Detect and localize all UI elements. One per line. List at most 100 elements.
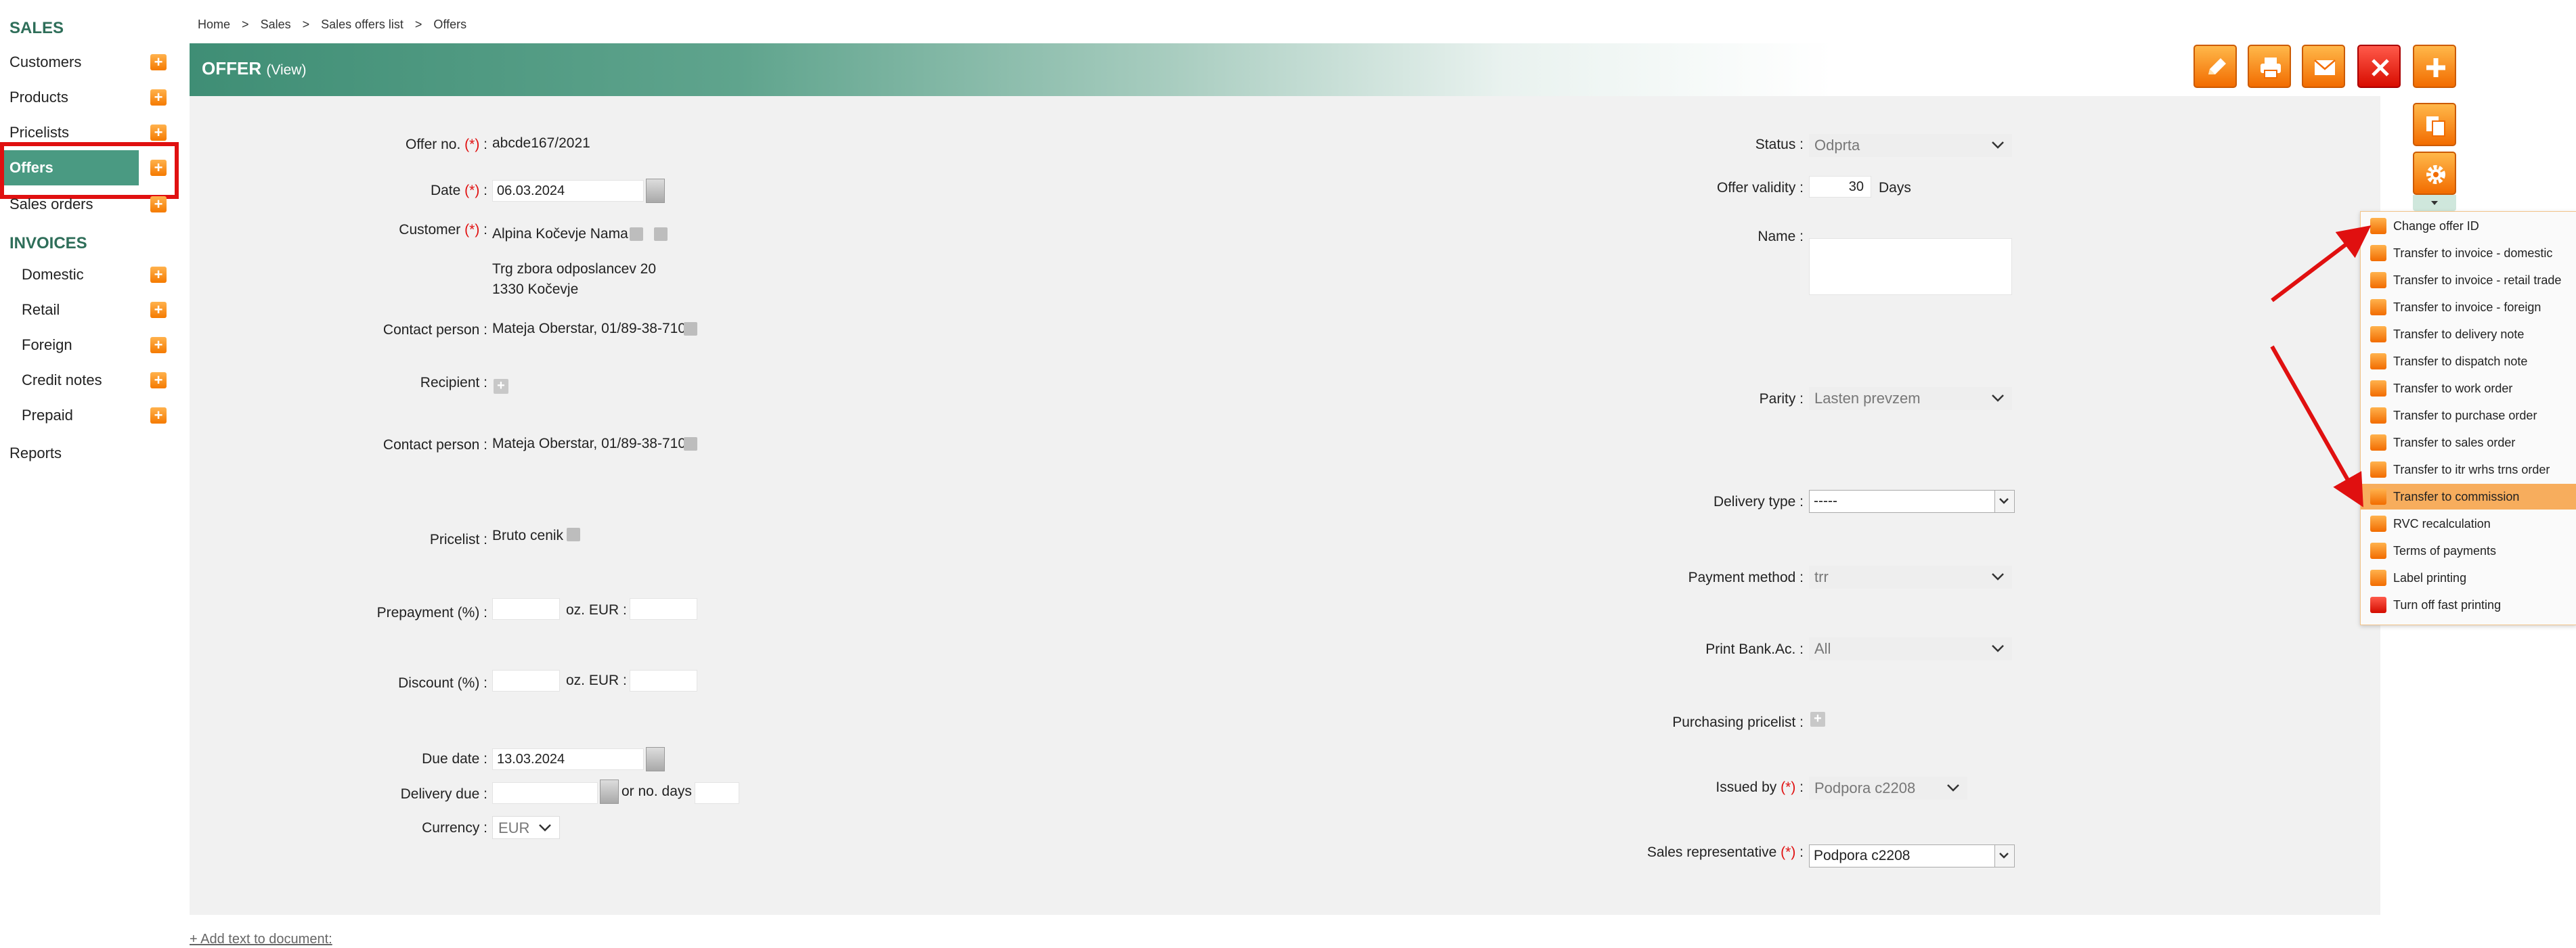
prepayment-eur-label: oz. EUR :	[566, 602, 627, 618]
menu-item-transfer-invoice-domestic[interactable]: Transfer to invoice - domestic	[2361, 240, 2576, 266]
currency-value: EUR	[498, 819, 530, 836]
menu-item-transfer-work-order[interactable]: Transfer to work order	[2361, 376, 2576, 401]
add-domestic-invoice-button[interactable]: +	[150, 267, 167, 283]
add-foreign-invoice-button[interactable]: +	[150, 337, 167, 353]
print-bank-select[interactable]: All	[1809, 637, 2012, 660]
sidebar-item-products[interactable]: Products	[0, 80, 142, 115]
settings-dropdown-toggle[interactable]	[2413, 195, 2456, 211]
date-input[interactable]: 06.03.2024	[492, 180, 644, 202]
prepayment-percent-input[interactable]	[492, 598, 560, 620]
menu-item-rvc-recalculation[interactable]: RVC recalculation	[2361, 511, 2576, 537]
menu-item-transfer-itr-wrhs-trns-order[interactable]: Transfer to itr wrhs trns order	[2361, 457, 2576, 482]
sidebar-item-sales-orders[interactable]: Sales orders	[0, 187, 142, 222]
payment-method-select[interactable]: trr	[1809, 566, 2012, 589]
sidebar-item-retail[interactable]: Retail	[0, 292, 142, 328]
settings-menu: Change offer ID Transfer to invoice - do…	[2360, 211, 2576, 625]
delivery-type-select[interactable]: -----	[1809, 490, 2015, 513]
issued-by-select[interactable]: Podpora c2208	[1809, 777, 1967, 800]
dropdown-button[interactable]	[1994, 845, 2014, 867]
remove-customer-icon[interactable]	[630, 227, 643, 241]
menu-item-label: Label printing	[2393, 571, 2467, 585]
sidebar-item-prepaid[interactable]: Prepaid	[0, 398, 142, 433]
currency-select[interactable]: EUR	[492, 816, 560, 839]
prepayment-label: Prepayment (%) :	[376, 605, 487, 620]
chevron-down-icon	[1992, 645, 2004, 652]
sidebar-item-label: Retail	[22, 301, 60, 318]
calendar-icon[interactable]	[646, 179, 665, 203]
delivery-days-input[interactable]	[695, 782, 739, 804]
sidebar-item-credit-notes[interactable]: Credit notes	[0, 363, 142, 398]
discount-percent-input[interactable]	[492, 670, 560, 692]
menu-item-change-offer-id[interactable]: Change offer ID	[2361, 213, 2576, 239]
menu-item-transfer-invoice-retail[interactable]: Transfer to invoice - retail trade	[2361, 267, 2576, 293]
menu-item-transfer-delivery-note[interactable]: Transfer to delivery note	[2361, 321, 2576, 347]
discount-eur-input[interactable]	[630, 670, 697, 692]
menu-item-label: Transfer to commission	[2393, 490, 2520, 503]
breadcrumb-sales-offers-list[interactable]: Sales offers list	[321, 18, 403, 31]
copy-icon	[2426, 116, 2445, 137]
menu-item-label: Transfer to work order	[2393, 382, 2513, 395]
edit-button[interactable]	[2193, 45, 2237, 88]
remove-pricelist-icon[interactable]	[567, 528, 580, 541]
parity-select[interactable]: Lasten prevzem	[1809, 387, 2012, 410]
add-sales-order-button[interactable]: +	[150, 196, 167, 212]
sidebar-item-customers[interactable]: Customers	[0, 45, 142, 80]
breadcrumb-sales[interactable]: Sales	[261, 18, 291, 31]
delete-button[interactable]	[2357, 45, 2401, 88]
print-button[interactable]	[2248, 45, 2291, 88]
chevron-down-icon	[1947, 784, 1959, 792]
menu-item-transfer-commission[interactable]: Transfer to commission	[2361, 484, 2576, 510]
remove-contact-icon[interactable]	[684, 322, 697, 336]
menu-item-terms-of-payments[interactable]: Terms of payments	[2361, 538, 2576, 564]
status-select[interactable]: Odprta	[1809, 134, 2012, 157]
menu-item-transfer-sales-order[interactable]: Transfer to sales order	[2361, 430, 2576, 455]
copy-button[interactable]	[2413, 103, 2456, 146]
calendar-icon[interactable]	[600, 780, 619, 804]
contact-person2-label: Contact person :	[383, 437, 487, 453]
required-mark: (*)	[1781, 844, 1796, 860]
breadcrumb: Home > Sales > Sales offers list > Offer…	[198, 18, 466, 32]
due-date-label: Due date :	[422, 751, 487, 767]
breadcrumb-home[interactable]: Home	[198, 18, 230, 31]
menu-item-transfer-invoice-foreign[interactable]: Transfer to invoice - foreign	[2361, 294, 2576, 320]
sales-rep-select[interactable]: Podpora c2208	[1809, 844, 2015, 867]
annotation-arrows	[2270, 225, 2372, 507]
offer-validity-label: Offer validity :	[1717, 180, 1804, 196]
menu-item-turn-off-fast-printing[interactable]: Turn off fast printing	[2361, 592, 2576, 618]
add-retail-invoice-button[interactable]: +	[150, 302, 167, 318]
menu-item-label: Transfer to sales order	[2393, 436, 2516, 449]
add-button[interactable]	[2413, 45, 2456, 88]
customer-info-icon[interactable]	[654, 227, 668, 241]
customer-address-line1: Trg zbora odposlancev 20	[492, 261, 657, 277]
sidebar-item-reports[interactable]: Reports	[0, 436, 142, 471]
add-prepaid-invoice-button[interactable]: +	[150, 407, 167, 424]
menu-item-transfer-dispatch-note[interactable]: Transfer to dispatch note	[2361, 348, 2576, 374]
due-date-input[interactable]: 13.03.2024	[492, 748, 644, 770]
add-pricelist-button[interactable]: +	[150, 125, 167, 141]
add-customer-button[interactable]: +	[150, 54, 167, 70]
payment-method-label: Payment method :	[1688, 570, 1804, 585]
name-textarea[interactable]	[1809, 238, 2012, 295]
settings-button[interactable]	[2413, 152, 2456, 195]
recipient-label: Recipient :	[420, 375, 487, 390]
calendar-icon[interactable]	[646, 747, 665, 771]
dropdown-button[interactable]	[1994, 491, 2014, 512]
status-value: Odprta	[1814, 137, 1860, 154]
email-button[interactable]	[2302, 45, 2345, 88]
add-recipient-icon[interactable]: +	[494, 379, 508, 394]
remove-contact2-icon[interactable]	[684, 437, 697, 451]
add-credit-note-button[interactable]: +	[150, 372, 167, 388]
sidebar-item-foreign[interactable]: Foreign	[0, 328, 142, 363]
sidebar-item-domestic[interactable]: Domestic	[0, 257, 142, 292]
arrow-to-settings	[2271, 225, 2372, 302]
prepayment-eur-input[interactable]	[630, 598, 697, 620]
add-text-link[interactable]: + Add text to document:	[190, 932, 332, 947]
add-purchasing-pricelist-icon[interactable]: +	[1810, 712, 1825, 727]
page-header: OFFER (View)	[190, 43, 2380, 96]
menu-item-transfer-purchase-order[interactable]: Transfer to purchase order	[2361, 403, 2576, 428]
add-product-button[interactable]: +	[150, 89, 167, 106]
menu-item-label-printing[interactable]: Label printing	[2361, 565, 2576, 591]
offer-validity-input[interactable]: 30	[1809, 176, 1871, 198]
delivery-due-input[interactable]	[492, 782, 598, 804]
chevron-down-icon	[1999, 853, 2009, 859]
